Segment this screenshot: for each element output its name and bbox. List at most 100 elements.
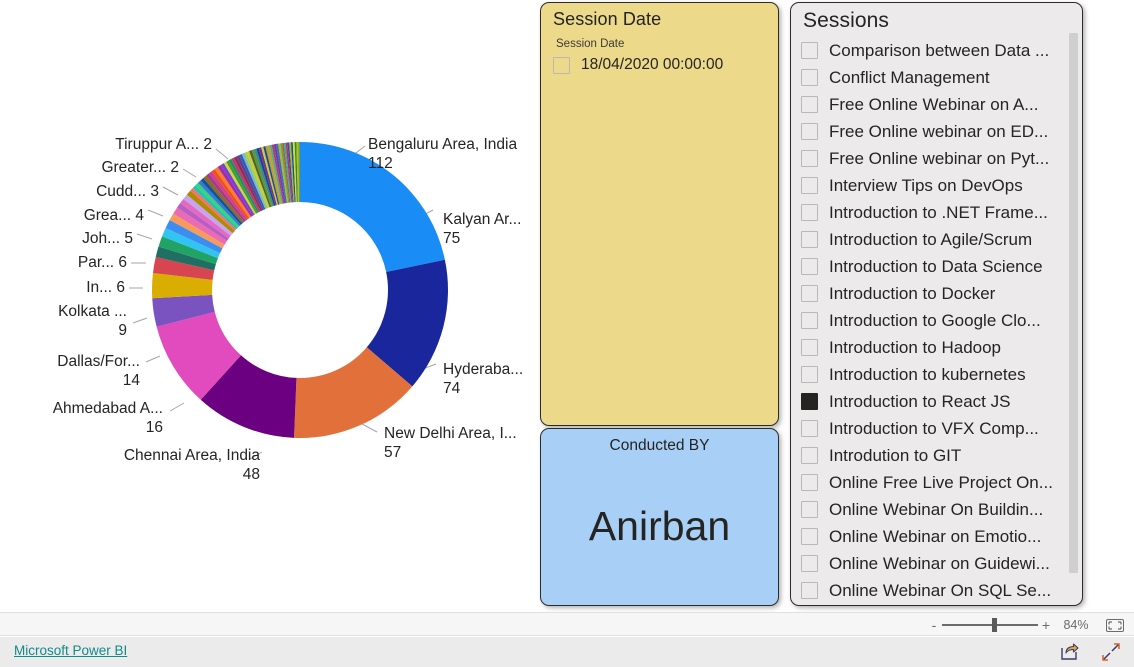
sessions-slicer-item[interactable]: Introduction to VFX Comp...	[801, 415, 1076, 442]
microsoft-power-bi-link[interactable]: Microsoft Power BI	[14, 643, 127, 658]
chart-label-hyderabad: Hyderaba... 74	[443, 361, 523, 399]
chart-label-par-text: Par... 6	[77, 254, 127, 271]
chart-label-ahmedabad: Ahmedabad A... 16	[0, 400, 163, 438]
chart-label-dallas: Dallas/For... 14	[0, 353, 140, 391]
chart-label-bengaluru: Bengaluru Area, India 112	[368, 136, 517, 174]
conducted-by-value: Anirban	[588, 503, 731, 549]
chart-label-in-text: In... 6	[86, 279, 125, 296]
sessions-slicer-item[interactable]: Introduction to Hadoop	[801, 334, 1076, 361]
sessions-slicer-item-checkbox[interactable]	[801, 447, 818, 464]
zoom-out-button[interactable]: -	[926, 618, 942, 632]
sessions-slicer-item-checkbox[interactable]	[801, 501, 818, 518]
chart-label-cudd-text: Cudd... 3	[96, 183, 159, 200]
chart-label-par: Par... 6	[0, 254, 127, 273]
sessions-slicer-item-label: Introduction to VFX Comp...	[829, 418, 1039, 438]
sessions-slicer-list[interactable]: Comparison between Data ... Conflict Mana…	[801, 37, 1076, 604]
sessions-slicer-item[interactable]: Free Online webinar on ED...	[801, 118, 1076, 145]
chart-label-tiruppur: Tiruppur A... 2	[0, 136, 212, 155]
sessions-slicer-item-label: Online Webinar on Emotio...	[829, 526, 1042, 546]
sessions-slicer-item[interactable]: Free Online webinar on Pyt...	[801, 145, 1076, 172]
sessions-slicer-item-checkbox[interactable]	[801, 366, 818, 383]
zoom-level-label: 84%	[1063, 618, 1089, 632]
sessions-slicer-item-label: Interview Tips on DevOps	[829, 175, 1023, 195]
zoom-slider-thumb[interactable]	[992, 618, 997, 632]
sessions-slicer-item[interactable]: Interview Tips on DevOps	[801, 172, 1076, 199]
sessions-slicer-item-label: Online Webinar On SQL Se...	[829, 580, 1052, 600]
sessions-slicer-item-checkbox[interactable]	[801, 231, 818, 248]
session-date-item-label: 18/04/2020 00:00:00	[581, 56, 724, 73]
donut-chart-visual[interactable]: Bengaluru Area, India 112 Kalyan Ar... 7…	[0, 0, 538, 612]
sessions-slicer-item-checkbox[interactable]	[801, 69, 818, 86]
footer-icon-group	[1058, 641, 1122, 663]
sessions-slicer-item-label: Introduction to Hadoop	[829, 337, 1002, 357]
sessions-slicer-item-checkbox[interactable]	[801, 204, 818, 221]
sessions-slicer-item-checkbox[interactable]	[801, 393, 818, 410]
sessions-slicer-item-checkbox[interactable]	[801, 312, 818, 329]
sessions-slicer-item-label: Introduction to Google Clo...	[829, 310, 1041, 330]
share-glyph	[1061, 643, 1079, 660]
powerbi-report-page: Bengaluru Area, India 112 Kalyan Ar... 7…	[0, 0, 1134, 667]
sessions-slicer-item[interactable]: Introduction to Agile/Scrum	[801, 226, 1076, 253]
sessions-slicer-item-label: Introduction to Docker	[829, 283, 996, 303]
zoom-in-button[interactable]: +	[1038, 618, 1054, 632]
session-date-checkbox[interactable]	[553, 56, 570, 74]
chart-label-grea-text: Grea... 4	[83, 207, 144, 224]
sessions-slicer-item[interactable]: Online Webinar On Buildin...	[801, 496, 1076, 523]
sessions-slicer-item[interactable]: Introdution to GIT	[801, 442, 1076, 469]
sessions-slicer-item-checkbox[interactable]	[801, 420, 818, 437]
conducted-by-card[interactable]: Conducted BY Anirban	[540, 428, 779, 606]
sessions-slicer-item[interactable]: Online Free Live Project On...	[801, 469, 1076, 496]
sessions-slicer-item-checkbox[interactable]	[801, 555, 818, 572]
sessions-slicer-item[interactable]: Introduction to Docker	[801, 280, 1076, 307]
sessions-slicer-item-checkbox[interactable]	[801, 42, 818, 59]
chart-label-chennai: Chennai Area, India 48	[40, 447, 260, 485]
sessions-slicer-item[interactable]: Comparison between Data ...	[801, 37, 1076, 64]
sessions-slicer-item-label: Conflict Management	[829, 67, 990, 87]
session-date-item[interactable]: 18/04/2020 00:00:00	[553, 56, 768, 74]
sessions-slicer-item[interactable]: Introduction to Google Clo...	[801, 307, 1076, 334]
sessions-slicer-item-checkbox[interactable]	[801, 285, 818, 302]
fit-to-page-icon[interactable]	[1104, 613, 1126, 637]
sessions-slicer-item[interactable]: Online Webinar on Guidewi...	[801, 550, 1076, 577]
sessions-scrollbar-track[interactable]	[1069, 33, 1078, 603]
chart-label-kolkata-text: Kolkata ...	[58, 303, 127, 320]
chart-label-newdelhi-value: 57	[384, 443, 402, 461]
sessions-slicer-item[interactable]: Introduction to .NET Frame...	[801, 199, 1076, 226]
sessions-slicer-item[interactable]: Online Webinar on Emotio...	[801, 523, 1076, 550]
sessions-slicer-item[interactable]: Online Webinar On SQL Se...	[801, 577, 1076, 604]
session-date-field-label: Session Date	[556, 38, 625, 50]
share-icon[interactable]	[1058, 641, 1080, 663]
sessions-slicer-item[interactable]: Introduction to React JS	[801, 388, 1076, 415]
chart-label-kalyan-value: 75	[443, 229, 461, 247]
sessions-slicer[interactable]: Sessions Comparison between Data ... Conf…	[790, 2, 1083, 606]
sessions-scrollbar-thumb[interactable]	[1069, 33, 1078, 573]
sessions-slicer-item-label: Online Free Live Project On...	[829, 472, 1053, 492]
sessions-slicer-item-checkbox[interactable]	[801, 258, 818, 275]
chart-label-tiruppur-text: Tiruppur A... 2	[115, 136, 212, 153]
sessions-slicer-item-checkbox[interactable]	[801, 528, 818, 545]
sessions-slicer-item-checkbox[interactable]	[801, 474, 818, 491]
sessions-slicer-item-checkbox[interactable]	[801, 339, 818, 356]
chart-label-greater: Greater... 2	[0, 159, 179, 178]
chart-label-dallas-text: Dallas/For...	[57, 353, 140, 370]
chart-label-kolkata: Kolkata ... 9	[0, 303, 127, 341]
fullscreen-glyph	[1102, 643, 1120, 661]
sessions-slicer-item-label: Online Webinar on Guidewi...	[829, 553, 1050, 573]
chart-label-hyderabad-value: 74	[443, 379, 461, 397]
fullscreen-icon[interactable]	[1100, 641, 1122, 663]
sessions-slicer-item[interactable]: Conflict Management	[801, 64, 1076, 91]
sessions-slicer-item[interactable]: Introduction to kubernetes	[801, 361, 1076, 388]
sessions-slicer-title: Sessions	[803, 9, 890, 32]
chart-label-chennai-text: Chennai Area, India	[123, 447, 260, 464]
sessions-slicer-item-checkbox[interactable]	[801, 150, 818, 167]
zoom-slider[interactable]	[942, 613, 1038, 637]
sessions-slicer-item-checkbox[interactable]	[801, 123, 818, 140]
zoom-controls: - + 84%	[926, 613, 1126, 637]
session-date-slicer[interactable]: Session Date Session Date 18/04/2020 00:…	[540, 2, 779, 426]
sessions-slicer-item-checkbox[interactable]	[801, 96, 818, 113]
sessions-slicer-item-checkbox[interactable]	[801, 582, 818, 599]
donut-graphic[interactable]	[150, 140, 450, 440]
sessions-slicer-item-checkbox[interactable]	[801, 177, 818, 194]
sessions-slicer-item[interactable]: Free Online Webinar on A...	[801, 91, 1076, 118]
sessions-slicer-item[interactable]: Introduction to Data Science	[801, 253, 1076, 280]
